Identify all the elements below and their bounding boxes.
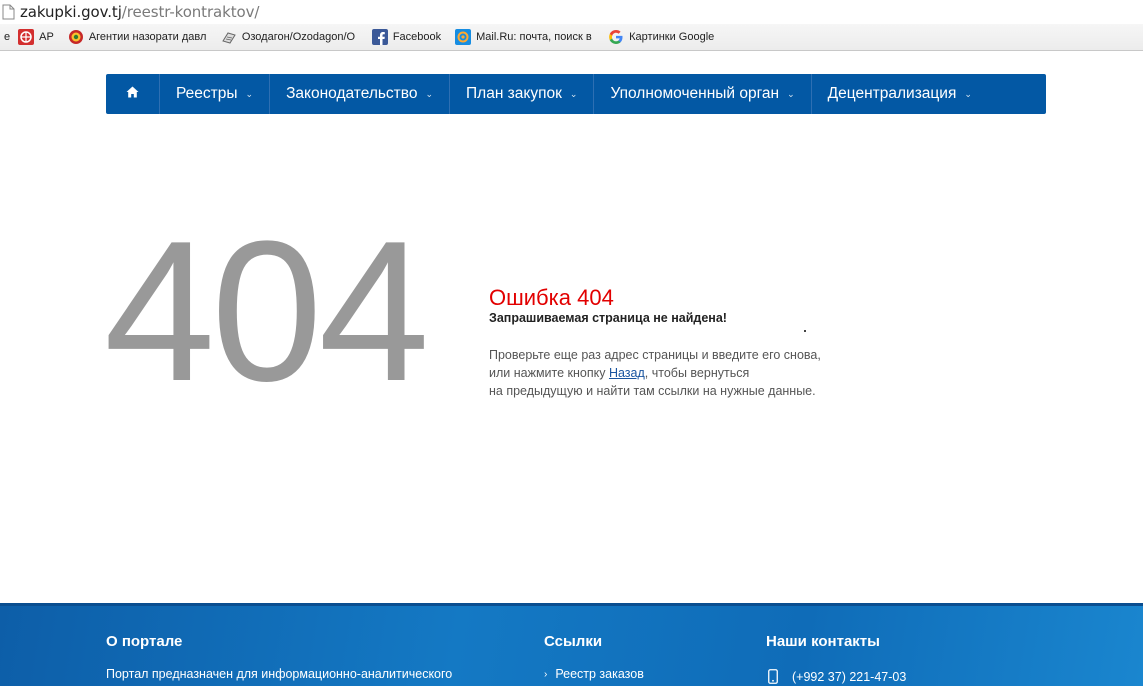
newspaper-icon — [221, 29, 237, 45]
error-line-2-before: или нажмите кнопку — [489, 366, 609, 380]
bookmark-mailru[interactable]: Mail.Ru: почта, поиск в — [455, 29, 594, 45]
mobile-phone-icon — [768, 669, 778, 684]
bookmarks-bar: e AP Агентии назорати давл Озодагон/Ozod… — [0, 24, 1143, 51]
footer-link-orders-registry[interactable]: › Реестр заказов — [544, 667, 644, 681]
bookmark-label: Агентии назорати давл — [88, 31, 207, 43]
nav-item-decentralization[interactable]: Децентрализация ⌄ — [812, 74, 988, 114]
chevron-right-icon: › — [544, 668, 548, 680]
nav-home-button[interactable] — [106, 74, 160, 114]
mailru-icon — [455, 29, 472, 45]
nav-item-legislation[interactable]: Законодательство ⌄ — [270, 74, 451, 114]
footer-contacts-title: Наши контакты — [766, 633, 880, 650]
error-title: Ошибка 404 — [489, 285, 614, 310]
red-grid-icon — [18, 29, 35, 45]
nav-item-procurement-plan[interactable]: План закупок ⌄ — [450, 74, 595, 114]
main-navigation: Реестры ⌄ Законодательство ⌄ План закупо… — [106, 74, 1046, 114]
facebook-icon — [371, 29, 388, 45]
chevron-down-icon: ⌄ — [425, 88, 434, 99]
error-subtitle: Запрашиваемая страница не найдена! — [489, 311, 727, 325]
footer-links-title: Ссылки — [544, 633, 603, 650]
chevron-down-icon: ⌄ — [787, 88, 795, 99]
back-link[interactable]: Назад — [609, 366, 645, 380]
home-icon — [126, 85, 139, 103]
footer-about-text: Портал предназначен для информационно-ан… — [106, 667, 453, 681]
bookmark-label: Озодагон/Ozodagon/O — [241, 31, 356, 43]
bookmark-ap[interactable]: AP — [18, 29, 54, 45]
nav-item-authorized-body[interactable]: Уполномоченный орган ⌄ — [594, 74, 812, 114]
emblem-icon — [68, 29, 84, 45]
chevron-down-icon: ⌄ — [569, 88, 578, 99]
bookmark-google-images[interactable]: Картинки Google — [608, 29, 714, 45]
url-path: /reestr-kontraktov/ — [121, 3, 260, 21]
bookmark-label: Mail.Ru: почта, поиск в — [476, 31, 592, 43]
chevron-down-icon: ⌄ — [245, 88, 254, 99]
bookmark-label: Facebook — [392, 31, 442, 43]
url-host: zakupki.gov.tj — [20, 3, 122, 21]
nav-item-registers[interactable]: Реестры ⌄ — [160, 74, 271, 114]
phone-number: (+992 37) 221-47-03 — [792, 669, 907, 684]
bookmark-agency[interactable]: Агентии назорати давл — [68, 29, 207, 45]
footer-phone: (+992 37) 221-47-03 — [768, 669, 906, 684]
footer-link-label: Реестр заказов — [555, 667, 644, 681]
address-bar[interactable]: zakupki.gov.tj/reestr-kontraktov/ — [0, 0, 1143, 24]
bookmark-ozodagon[interactable]: Озодагон/Ozodagon/O — [221, 29, 358, 45]
bookmark-label: AP — [39, 31, 54, 43]
nav-item-label: Уполномоченный орган — [610, 85, 780, 102]
url-text[interactable]: zakupki.gov.tj/reestr-kontraktov/ — [20, 3, 259, 21]
google-icon — [608, 29, 624, 45]
stray-dot — [804, 330, 806, 332]
error-line-1: Проверьте еще раз адрес страницы и введи… — [489, 348, 821, 362]
nav-item-label: Реестры — [176, 85, 238, 102]
nav-item-label: План закупок — [466, 85, 562, 102]
bookmark-label: e — [4, 31, 11, 43]
error-line-2: или нажмите кнопку Назад, чтобы вернутьс… — [489, 364, 821, 382]
error-line-2-after: , чтобы вернуться — [644, 366, 750, 380]
footer: О портале Портал предназначен для информ… — [0, 603, 1143, 686]
page-document-icon — [2, 4, 16, 20]
bookmark-e[interactable]: e — [4, 31, 10, 43]
footer-about-title: О портале — [106, 633, 183, 650]
nav-item-label: Децентрализация — [827, 85, 957, 102]
chevron-down-icon: ⌄ — [964, 88, 972, 99]
nav-item-label: Законодательство — [286, 85, 418, 102]
bookmark-label: Картинки Google — [629, 31, 715, 43]
error-code-large: 404 — [104, 200, 430, 423]
error-description: Проверьте еще раз адрес страницы и введи… — [489, 346, 821, 400]
error-line-3: на предыдущую и найти там ссылки на нужн… — [489, 384, 816, 398]
bookmark-facebook[interactable]: Facebook — [371, 29, 442, 45]
